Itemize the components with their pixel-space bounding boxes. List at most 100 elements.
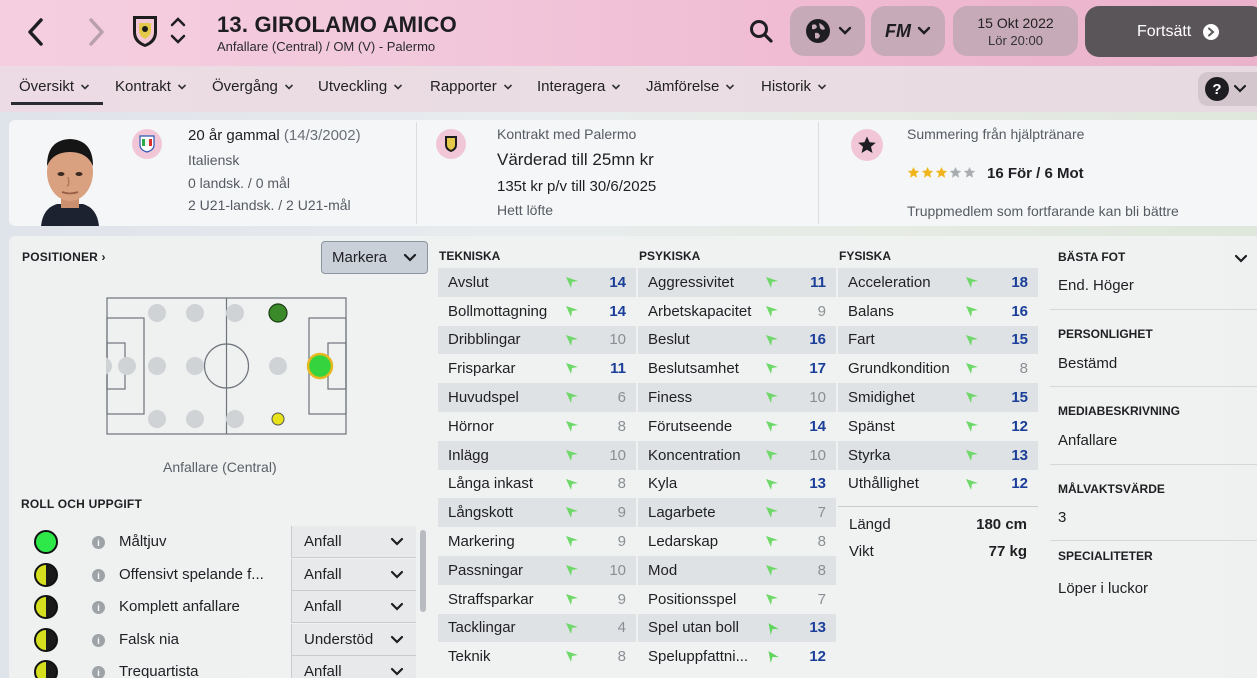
role-row[interactable]: i Falsk nia Understöd: [30, 624, 420, 656]
attribute-row[interactable]: Finess 10: [638, 383, 836, 412]
tab-interact[interactable]: Interagera: [537, 78, 621, 95]
chevron-down-icon: [838, 26, 851, 35]
duty-value: Anfall: [304, 663, 342, 678]
attribute-row[interactable]: Teknik 8: [438, 642, 636, 671]
attribute-value: 8: [617, 648, 626, 666]
attribute-name: Mod: [648, 561, 678, 579]
attribute-row[interactable]: Långa inkast 8: [438, 470, 636, 499]
tab-transfer[interactable]: Övergång: [212, 78, 294, 95]
attribute-row[interactable]: Dribblingar 10: [438, 325, 636, 355]
attribute-row[interactable]: Spel utan boll 13: [638, 613, 836, 643]
tab-history[interactable]: Historik: [761, 78, 827, 95]
tab-contract[interactable]: Kontrakt: [115, 78, 187, 95]
continue-button[interactable]: Fortsätt: [1085, 6, 1257, 57]
attribute-row[interactable]: Acceleration 18: [838, 268, 1038, 297]
info-icon[interactable]: i: [92, 569, 105, 582]
role-suitability-half-icon: [34, 595, 58, 619]
role-row[interactable]: i Måltjuv Anfall: [30, 526, 420, 558]
info-icon[interactable]: i: [92, 536, 105, 549]
attribute-row[interactable]: Balans 16: [838, 297, 1038, 326]
attribute-row[interactable]: Tacklingar 4: [438, 613, 636, 643]
role-suitability-half-icon: [34, 628, 58, 652]
attribute-row[interactable]: Inlägg 10: [438, 440, 636, 470]
attribute-row[interactable]: Bollmottagning 14: [438, 297, 636, 326]
attribute-value: 10: [809, 389, 826, 407]
search-button[interactable]: [745, 15, 777, 47]
attribute-row[interactable]: Huvudspel 6: [438, 383, 636, 412]
attribute-row[interactable]: Frisparkar 11: [438, 354, 636, 383]
tab-label: Jämförelse: [646, 78, 720, 95]
attribute-row[interactable]: Speluppfattni... 12: [638, 642, 836, 671]
trend-arrow-icon: [966, 277, 978, 288]
attribute-name: Koncentration: [648, 446, 741, 464]
attribute-row[interactable]: Positionsspel 7: [638, 585, 836, 614]
attribute-row[interactable]: Straffsparkar 9: [438, 585, 636, 614]
tab-overview[interactable]: Översikt: [19, 78, 90, 95]
attribute-row[interactable]: Kyla 13: [638, 470, 836, 499]
attribute-row[interactable]: Ledarskap 8: [638, 527, 836, 556]
fm-menu-button[interactable]: FM: [871, 6, 945, 56]
attribute-row[interactable]: Beslutsamhet 17: [638, 354, 836, 383]
attribute-row[interactable]: Koncentration 10: [638, 440, 836, 470]
tab-development[interactable]: Utveckling: [318, 78, 403, 95]
role-row[interactable]: i Komplett anfallare Anfall: [30, 591, 420, 623]
attribute-name: Positionsspel: [648, 590, 737, 608]
attribute-row[interactable]: Lagarbete 7: [638, 498, 836, 528]
chevron-down-icon[interactable]: [1234, 254, 1248, 264]
trend-arrow-icon: [966, 363, 978, 375]
role-name: Komplett anfallare: [119, 598, 240, 615]
duty-select[interactable]: Anfall: [291, 591, 416, 623]
duty-select[interactable]: Anfall: [291, 526, 416, 558]
trend-arrow-icon: [766, 392, 778, 404]
positions-header[interactable]: POSITIONER ›: [22, 250, 106, 264]
attribute-row[interactable]: Passningar 10: [438, 555, 636, 585]
info-icon[interactable]: i: [92, 601, 105, 614]
info-icon[interactable]: i: [92, 634, 105, 647]
attribute-value: 14: [809, 417, 826, 435]
duty-select[interactable]: Anfall: [291, 656, 416, 678]
info-icon[interactable]: i: [92, 666, 105, 678]
attribute-row[interactable]: Markering 9: [438, 527, 636, 556]
attribute-row[interactable]: Fart 15: [838, 325, 1038, 355]
star-rating: [907, 166, 976, 179]
tab-label: Rapporter: [430, 78, 497, 95]
attribute-name: Bollmottagning: [448, 302, 548, 320]
duty-select[interactable]: Anfall: [291, 559, 416, 591]
attribute-row[interactable]: Avslut 14: [438, 268, 636, 297]
role-suitability-full-icon: [34, 530, 58, 554]
forward-button[interactable]: [78, 14, 114, 50]
roles-scrollbar[interactable]: [420, 530, 426, 612]
player-nationality: Italiensk: [188, 152, 240, 168]
attribute-row[interactable]: Spänst 12: [838, 412, 1038, 441]
player-switcher[interactable]: [168, 14, 188, 48]
help-button[interactable]: ?: [1198, 72, 1257, 106]
role-row[interactable]: i Offensivt spelande f... Anfall: [30, 559, 420, 591]
attribute-row[interactable]: Arbetskapacitet 9: [638, 297, 836, 326]
attribute-row[interactable]: Uthållighet 12: [838, 470, 1038, 499]
arrow-right-circle-icon: [1203, 23, 1220, 40]
tab-comparison[interactable]: Jämförelse: [646, 78, 735, 95]
active-tab-indicator: [11, 102, 103, 105]
attribute-row[interactable]: Mod 8: [638, 555, 836, 585]
highlight-select[interactable]: Markera: [321, 241, 428, 274]
attribute-row[interactable]: Aggressivitet 11: [638, 268, 836, 297]
chevron-down-icon: [1233, 84, 1247, 93]
calendar-date-button[interactable]: 15 Okt 2022 Lör 20:00: [953, 6, 1078, 56]
attribute-row[interactable]: Förutseende 14: [638, 412, 836, 441]
back-button[interactable]: [18, 14, 54, 50]
attribute-row[interactable]: Grundkondition 8: [838, 354, 1038, 383]
attribute-row[interactable]: Hörnor 8: [438, 412, 636, 441]
attribute-value: 8: [617, 475, 626, 493]
attribute-row[interactable]: Beslut 16: [638, 325, 836, 355]
tab-reports[interactable]: Rapporter: [430, 78, 513, 95]
duty-select[interactable]: Understöd: [291, 624, 416, 656]
attribute-row[interactable]: Styrka 13: [838, 440, 1038, 470]
role-row[interactable]: i Trequartista Anfall: [30, 656, 420, 678]
world-menu-button[interactable]: [790, 6, 865, 56]
attribute-row[interactable]: Långskott 9: [438, 498, 636, 528]
attribute-row[interactable]: Smidighet 15: [838, 383, 1038, 412]
height-value: 180 cm: [976, 516, 1027, 533]
attribute-value: 10: [609, 561, 626, 579]
palermo-badge-icon[interactable]: [132, 14, 158, 48]
attribute-value: 11: [810, 273, 826, 291]
